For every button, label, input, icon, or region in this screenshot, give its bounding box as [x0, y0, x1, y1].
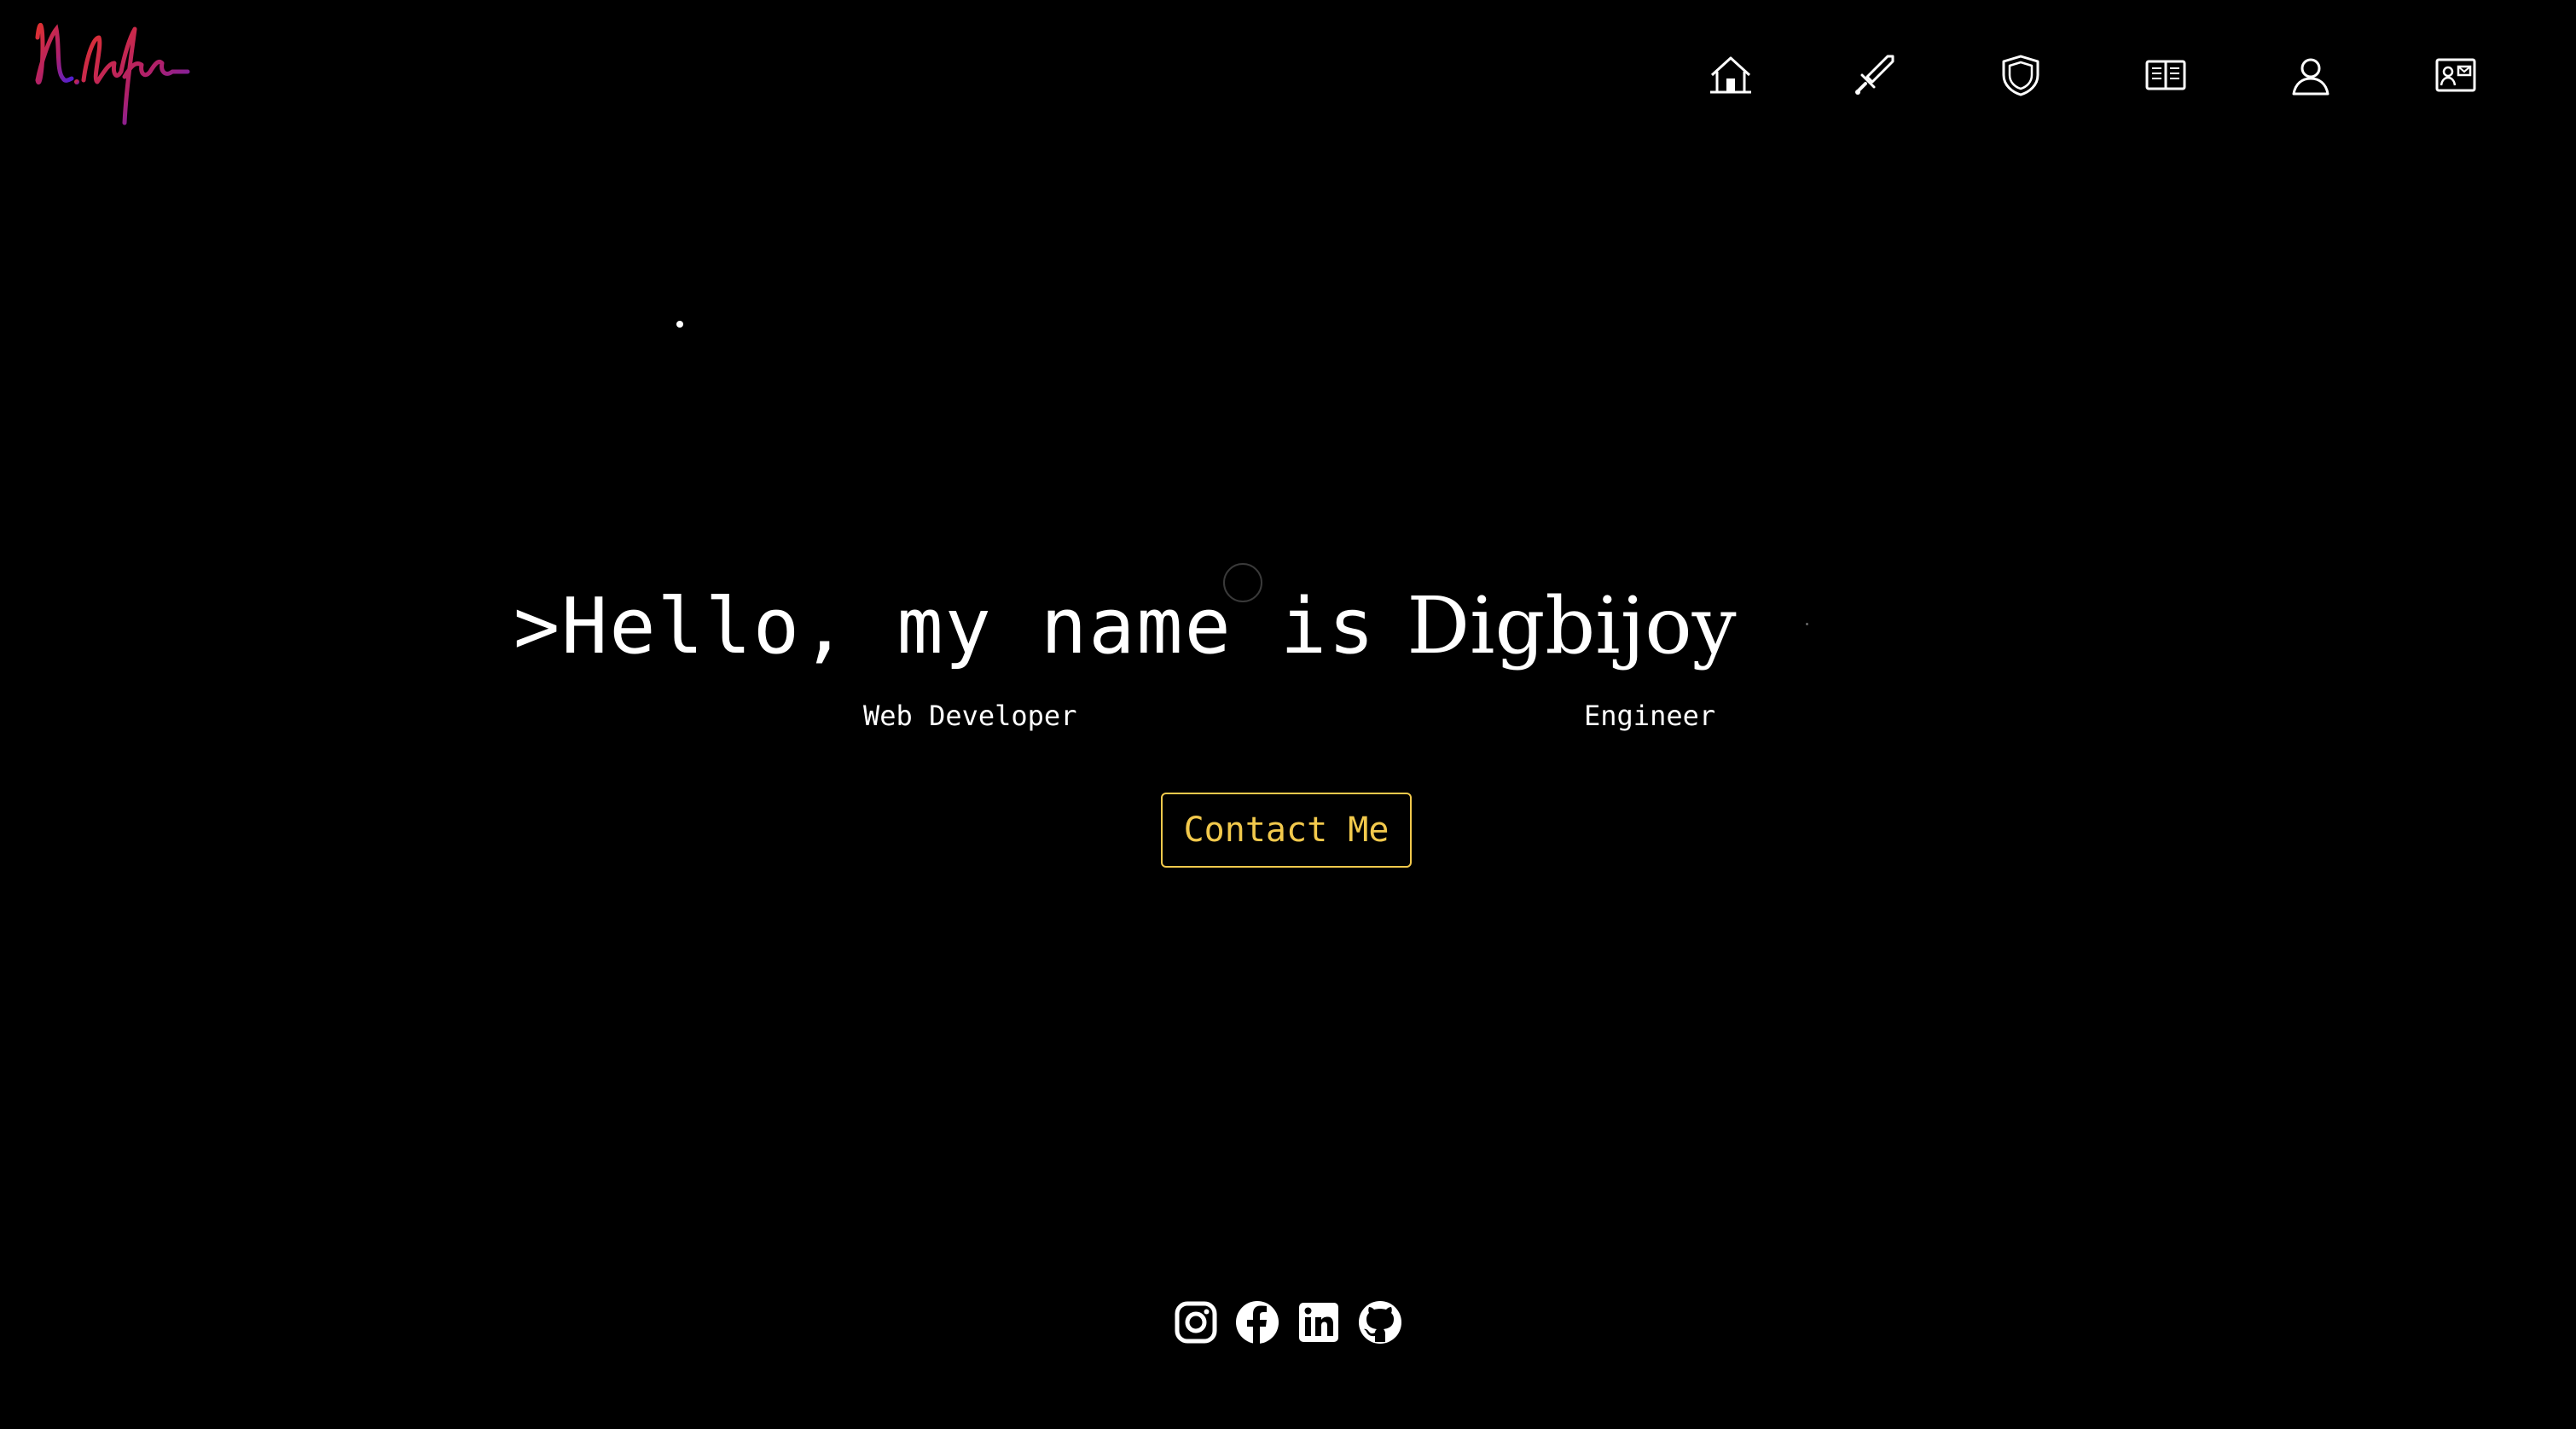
nav-home[interactable] [1658, 49, 1803, 101]
social-linkedin[interactable] [1295, 1298, 1343, 1346]
house-icon [1710, 56, 1751, 94]
contact-me-button[interactable]: Contact Me [1161, 793, 1412, 868]
page: >Hello, my name is Digbijoy Web Develope… [0, 0, 2576, 1429]
role-engineer: Engineer [1584, 700, 1716, 732]
facebook-icon [1236, 1301, 1279, 1344]
nav-about[interactable] [2238, 49, 2383, 101]
social-instagram[interactable] [1172, 1298, 1220, 1346]
hero-greeting: >Hello, my name is [513, 582, 1377, 671]
role-web-developer: Web Developer [863, 700, 1077, 732]
shield-icon [2002, 55, 2039, 96]
linkedin-icon [1299, 1303, 1338, 1342]
book-icon [2145, 60, 2186, 90]
nav-skills[interactable] [1803, 49, 1948, 101]
hero-name: Digbijoy [1407, 580, 1737, 671]
main-nav [1658, 49, 2528, 101]
social-github[interactable] [1356, 1298, 1404, 1346]
github-icon [1359, 1301, 1401, 1344]
decorative-dot-small [1806, 623, 1808, 625]
contact-card-icon [2435, 58, 2476, 92]
instagram-icon [1175, 1301, 1217, 1344]
signature-logo-icon[interactable] [31, 12, 193, 131]
social-links [1172, 1298, 1404, 1346]
sword-icon [1855, 55, 1894, 95]
nav-contact[interactable] [2383, 49, 2528, 101]
social-facebook[interactable] [1233, 1298, 1281, 1346]
hero-heading: >Hello, my name is Digbijoy [513, 580, 1737, 671]
decorative-dot [676, 321, 683, 328]
nav-blog[interactable] [2093, 49, 2238, 101]
nav-security[interactable] [1948, 49, 2093, 101]
person-icon [2292, 58, 2329, 96]
